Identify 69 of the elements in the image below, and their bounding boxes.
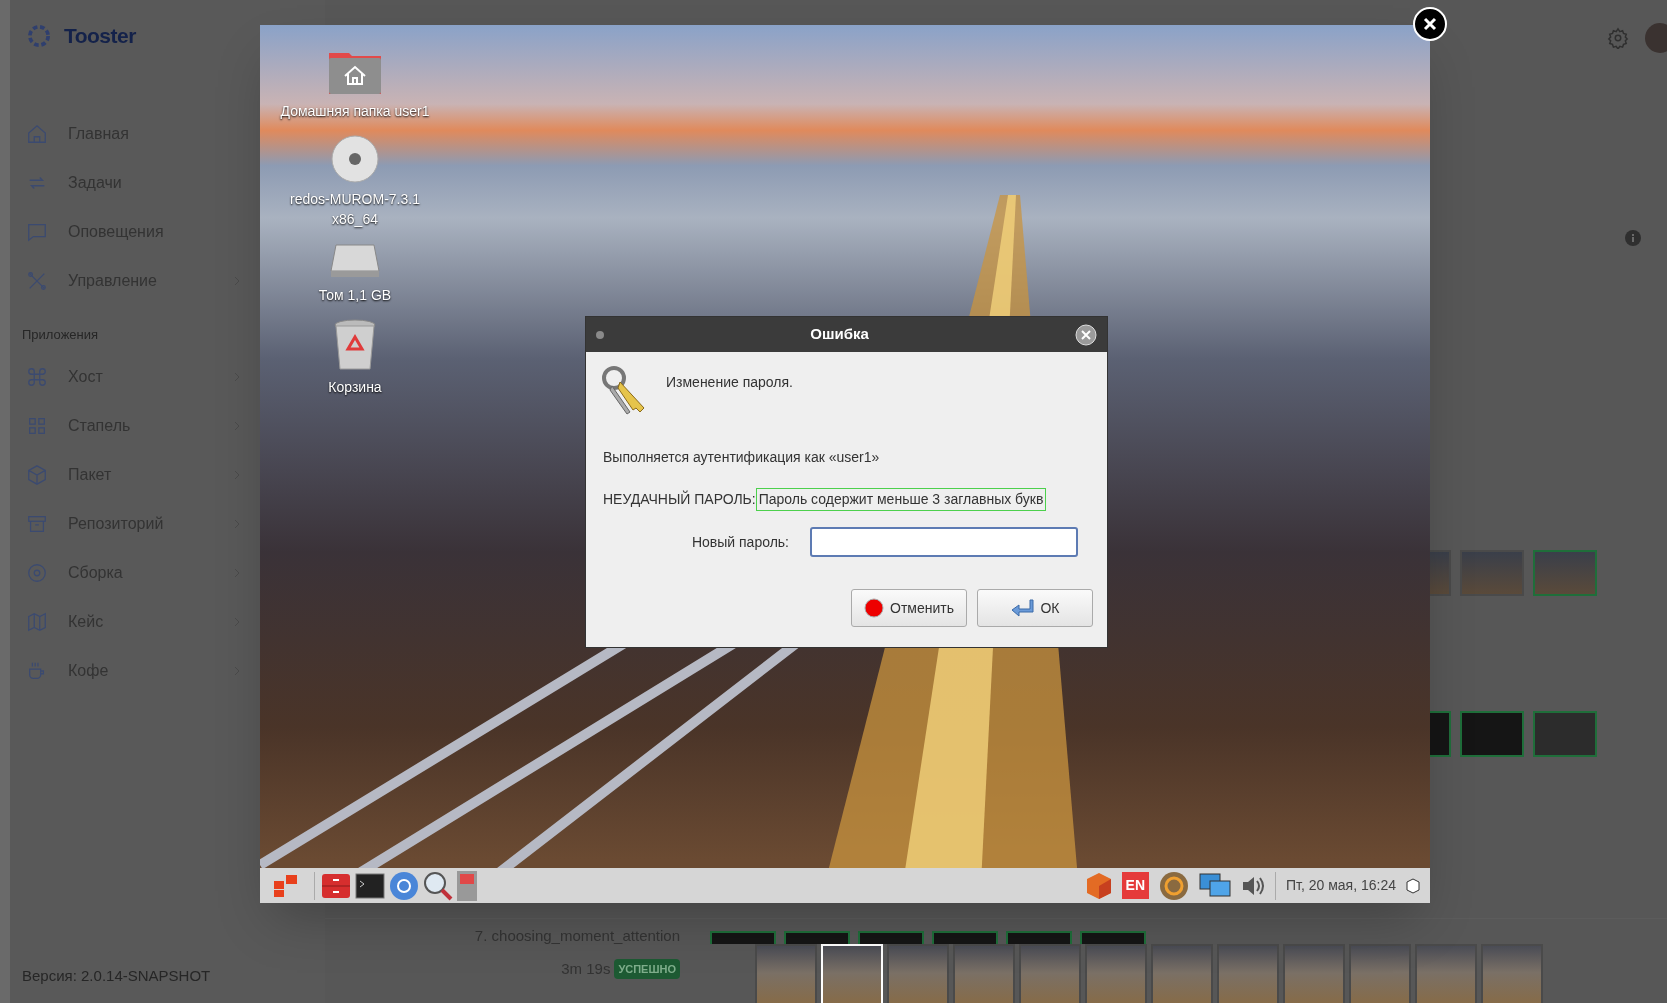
return-arrow-icon xyxy=(1010,598,1035,618)
screenshot-thumbnail[interactable] xyxy=(1217,944,1279,1003)
grid-icon xyxy=(26,415,48,437)
screenshot-thumbnail[interactable] xyxy=(1151,944,1213,1003)
screenshot-thumbnail[interactable] xyxy=(755,944,817,1003)
error-label: НЕУДАЧНЫЙ ПАРОЛЬ: xyxy=(603,489,756,509)
command-key-icon xyxy=(26,366,48,388)
screenshot-thumbnail[interactable] xyxy=(1019,944,1081,1003)
info-icon[interactable] xyxy=(1625,230,1641,246)
screenshot-thumbnail[interactable] xyxy=(710,931,776,944)
dialog-heading: Изменение пароля. xyxy=(666,373,793,392)
clock-text[interactable]: Пт, 20 мая, 16:24 xyxy=(1286,875,1396,896)
hard-drive-icon[interactable] xyxy=(330,243,380,279)
ok-button[interactable]: ОК xyxy=(977,589,1093,627)
desktop-icon-label: Корзина xyxy=(328,378,382,397)
screenshot-thumbnail[interactable] xyxy=(784,931,850,944)
error-message: Пароль содержит меньше 3 заглавных букв xyxy=(755,488,1047,511)
screenshot-thumbnail[interactable] xyxy=(1085,944,1147,1003)
screenshot-thumbnail[interactable] xyxy=(1460,550,1524,596)
cancel-button[interactable]: Отменить xyxy=(851,589,967,627)
archive-box-icon xyxy=(26,513,48,535)
desktop-icon-label: Том 1,1 GB xyxy=(318,286,392,305)
screenshot-thumbnail[interactable] xyxy=(1430,711,1451,757)
screenshot-thumbnail[interactable] xyxy=(1415,944,1477,1003)
keyboard-layout-indicator[interactable]: EN xyxy=(1121,872,1149,899)
screenshot-thumbnail[interactable] xyxy=(887,944,949,1003)
field-label: Новый пароль: xyxy=(690,532,789,552)
disc-icon xyxy=(26,562,48,584)
desktop-icon-label: Домашняя папка user1 xyxy=(280,102,430,121)
house-icon xyxy=(26,122,48,145)
screenshot-thumbnail[interactable] xyxy=(1460,711,1524,757)
close-icon xyxy=(1423,17,1437,31)
start-menu-icon[interactable] xyxy=(274,874,298,897)
file-cabinet-icon[interactable] xyxy=(321,872,351,899)
password-field[interactable] xyxy=(810,527,1078,557)
screenshot-thumbnail[interactable] xyxy=(858,931,924,944)
screenshot-thumbnail[interactable] xyxy=(1006,931,1072,944)
box-icon[interactable] xyxy=(1406,877,1420,894)
terminal-icon[interactable] xyxy=(355,872,385,899)
tools-icon xyxy=(26,269,48,292)
cube-icon[interactable] xyxy=(1085,871,1112,900)
status-badge: УСПЕШНО xyxy=(614,958,680,979)
dialog-title: Ошибка xyxy=(810,324,869,345)
window-icon[interactable] xyxy=(457,870,477,901)
map-icon xyxy=(26,611,48,633)
desktop-icon-label: redos-MUROM-7.3.1 x86_64 xyxy=(289,190,421,229)
screenshot-thumbnail[interactable] xyxy=(1080,931,1146,944)
network-monitors-icon[interactable] xyxy=(1199,871,1231,900)
trash-can-icon[interactable] xyxy=(333,319,377,371)
magnifier-icon[interactable] xyxy=(423,870,453,901)
screenshot-thumbnail[interactable] xyxy=(953,944,1015,1003)
screenshot-thumbnail[interactable] xyxy=(1349,944,1411,1003)
screenshot-thumbnail[interactable] xyxy=(1481,944,1543,1003)
app-logo-text: Tooster xyxy=(64,23,136,50)
browser-icon[interactable] xyxy=(389,870,419,901)
cube-icon xyxy=(26,464,48,486)
screenshot-thumbnail[interactable] xyxy=(1430,550,1451,596)
screenshot-thumbnail[interactable] xyxy=(1533,711,1597,757)
auth-text: Выполняется аутентификация как «user1» xyxy=(603,448,881,467)
aperture-logo-icon xyxy=(28,25,50,47)
optical-disc-icon[interactable] xyxy=(331,135,379,183)
screenshot-thumbnail[interactable] xyxy=(932,931,998,944)
close-viewer-button[interactable] xyxy=(1413,7,1447,41)
close-icon[interactable] xyxy=(1075,323,1097,346)
avatar[interactable] xyxy=(1645,23,1667,53)
stop-icon xyxy=(864,598,884,618)
settings-icon[interactable] xyxy=(1607,27,1629,49)
screenshot-thumbnail[interactable] xyxy=(1533,550,1597,596)
screenshot-thumbnail[interactable] xyxy=(1283,944,1345,1003)
